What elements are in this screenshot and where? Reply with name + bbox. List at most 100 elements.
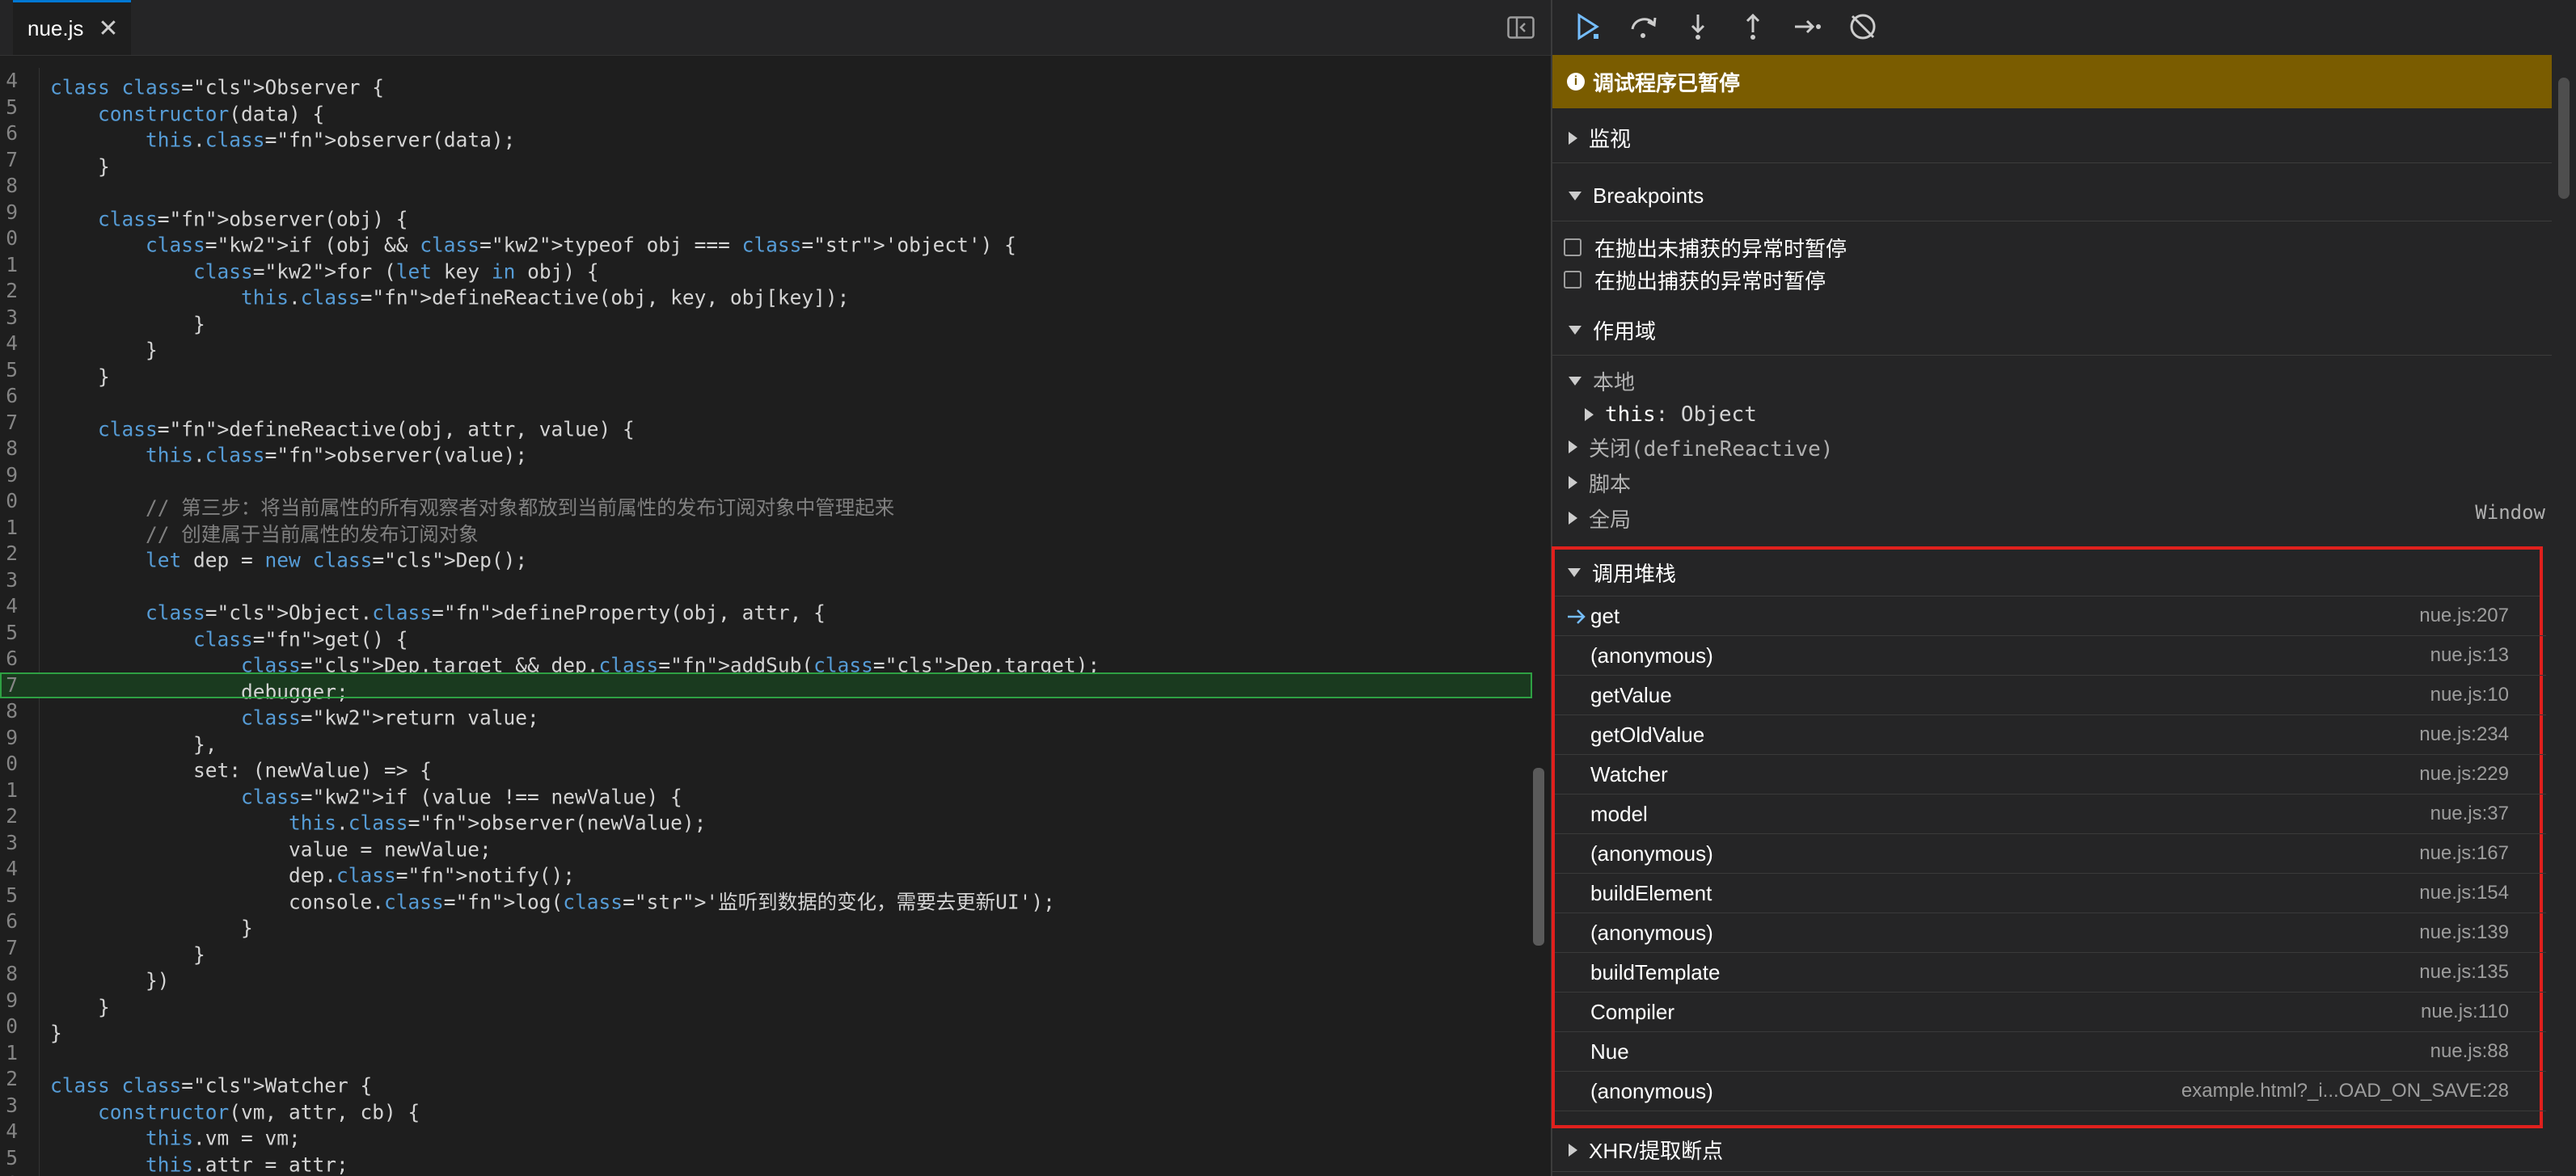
section-xhr[interactable]: XHR/提取断点 [1552, 1128, 2552, 1172]
code-line[interactable]: 9 } [0, 988, 1532, 1019]
close-icon[interactable]: ✕ [98, 16, 118, 41]
code-line[interactable]: 5 console.class="fn">log(class="str">'监听… [0, 883, 1532, 914]
step-out-button[interactable] [1734, 7, 1772, 46]
caret-right-icon [1569, 1143, 1577, 1157]
code-line[interactable]: 4 this.vm = vm; [0, 1119, 1532, 1150]
callstack-frame[interactable]: Compiler nue.js:110 [1555, 993, 2546, 1032]
code-line[interactable]: 0 class="kw2">if (obj && class="kw2">typ… [0, 226, 1532, 257]
bp-uncaught-row[interactable]: 在抛出未捕获的异常时暂停 [1564, 231, 1847, 263]
code-line[interactable]: 7 class="fn">defineReactive(obj, attr, v… [0, 410, 1532, 441]
bp-uncaught-checkbox[interactable] [1564, 238, 1581, 256]
callstack-frame[interactable]: (anonymous) nue.js:139 [1555, 913, 2546, 953]
code-line[interactable]: 4 } [0, 331, 1532, 362]
code-line[interactable]: 0 set: (newValue) => { [0, 751, 1532, 782]
callstack-frame[interactable]: get nue.js:207 [1555, 596, 2546, 636]
scope-local[interactable]: 本地 [1569, 364, 1635, 398]
scope-closure[interactable]: 关闭(defineReactive) [1569, 430, 1833, 464]
callstack-frame[interactable]: (anonymous) nue.js:167 [1555, 834, 2546, 874]
code-line[interactable]: 9 }, [0, 725, 1532, 757]
line-number: 7 [6, 410, 18, 434]
callstack-frame[interactable]: model nue.js:37 [1555, 795, 2546, 834]
section-watch[interactable]: 监视 [1552, 113, 2552, 163]
current-line[interactable]: 7 debugger; [0, 672, 1532, 703]
code-line[interactable]: 5 constructor(data) { [0, 95, 1532, 126]
code-line[interactable]: 9 [0, 462, 1532, 489]
toggle-panel-icon[interactable] [1507, 16, 1535, 39]
code-line[interactable]: 3 } [0, 305, 1532, 336]
callstack-frame[interactable]: buildElement nue.js:154 [1555, 874, 2546, 913]
code-line[interactable]: 2 this.class="fn">defineReactive(obj, ke… [0, 278, 1532, 310]
code-line[interactable]: 8 [0, 173, 1532, 200]
step-into-icon [1691, 15, 1705, 40]
code-line[interactable]: 5 this.attr = attr; [0, 1145, 1532, 1176]
code-line[interactable]: 1 class="kw2">if (value !== newValue) { [0, 778, 1532, 809]
code-line[interactable]: 4 dep.class="fn">notify(); [0, 856, 1532, 887]
code-line[interactable]: 6 class="cls">Dep.target && dep.class="f… [0, 646, 1532, 677]
section-breakpoints[interactable]: Breakpoints [1552, 171, 2552, 221]
deactivate-breakpoints-button[interactable] [1843, 7, 1882, 46]
step-out-icon [1746, 13, 1760, 40]
code-line[interactable]: 3 value = newValue; [0, 830, 1532, 862]
step-over-button[interactable] [1624, 7, 1662, 46]
code-line[interactable]: 1 // 创建属于当前属性的发布订阅对象 [0, 515, 1532, 546]
callstack-frame[interactable]: buildTemplate nue.js:135 [1555, 953, 2546, 993]
frame-name: (anonymous) [1590, 1078, 1713, 1103]
code-line[interactable]: 6 } [0, 908, 1532, 940]
debug-scrollbar[interactable] [2552, 53, 2576, 1176]
caret-right-icon [1569, 512, 1577, 525]
callstack-frame[interactable]: (anonymous) example.html?_i...OAD_ON_SAVE… [1555, 1072, 2546, 1111]
scope-label: 作用域 [1593, 319, 1657, 344]
code-line[interactable]: 6 this.class="fn">observer(data); [0, 120, 1532, 152]
code-line[interactable]: 7 } [0, 935, 1532, 967]
callstack-frame[interactable]: getOldValue nue.js:234 [1555, 715, 2546, 755]
section-callstack[interactable]: 调用堆栈 [1555, 550, 2540, 596]
code-line[interactable]: 0 // 第三步：将当前属性的所有观察者对象都放到当前属性的发布订阅对象中管理起… [0, 488, 1532, 520]
code-line[interactable]: 9 class="fn">observer(obj) { [0, 200, 1532, 231]
caret-right-icon [1585, 408, 1594, 421]
code-line[interactable]: 4 class class="cls">Observer { [0, 68, 1532, 99]
code-area[interactable]: 4 class class="cls">Observer {5 construct… [0, 68, 1532, 1176]
callstack-frame[interactable]: Watcher nue.js:229 [1555, 755, 2546, 795]
code-line[interactable]: 7 } [0, 147, 1532, 179]
frame-name: (anonymous) [1590, 841, 1713, 866]
code-line[interactable]: 6 this.cb = cb; [0, 1171, 1532, 1176]
code-line[interactable]: 5 class="fn">get() { [0, 620, 1532, 651]
frame-location: nue.js:154 [2419, 882, 2509, 904]
scope-global[interactable]: 全局 [1569, 501, 1631, 535]
code-line[interactable]: 1 class="kw2">for (let key in obj) { [0, 252, 1532, 284]
tab-nue-js[interactable]: nue.js ✕ [13, 0, 131, 55]
code-line[interactable]: 2 this.class="fn">observer(newValue); [0, 803, 1532, 835]
code-line[interactable]: 2 let dep = new class="cls">Dep(); [0, 541, 1532, 572]
code-line[interactable]: 2 class class="cls">Watcher { [0, 1066, 1532, 1098]
current-frame-arrow-icon [1568, 609, 1586, 624]
code-line[interactable]: 0} [0, 1014, 1532, 1045]
editor-scrollbar[interactable] [1533, 768, 1544, 946]
line-number: 6 [6, 647, 18, 670]
code-line[interactable]: 3 constructor(vm, attr, cb) { [0, 1093, 1532, 1124]
code-line[interactable]: 8 class="kw2">return value; [0, 698, 1532, 730]
code-line[interactable]: 6 [0, 383, 1532, 410]
code-line[interactable]: 3 [0, 567, 1532, 594]
code-line[interactable]: 5 } [0, 357, 1532, 389]
debug-scrollbar-thumb[interactable] [2558, 78, 2570, 199]
bp-caught-checkbox[interactable] [1564, 271, 1581, 289]
section-scope[interactable]: 作用域 [1552, 306, 2552, 356]
code-line[interactable]: 8 this.class="fn">observer(value); [0, 436, 1532, 467]
code-line[interactable]: 4 class="cls">Object.class="fn">definePr… [0, 593, 1532, 625]
resume-button[interactable] [1569, 7, 1607, 46]
scope-this-row[interactable]: this : Object [1585, 398, 1757, 432]
step-button[interactable] [1788, 7, 1827, 46]
scope-script[interactable]: 脚本 [1569, 466, 1631, 499]
callstack-frame[interactable]: (anonymous) nue.js:13 [1555, 636, 2546, 676]
code-line[interactable]: 8 }) [0, 961, 1532, 993]
code-line[interactable]: 1 [0, 1040, 1532, 1067]
callstack-frame[interactable]: getValue nue.js:10 [1555, 676, 2546, 715]
bp-caught-row[interactable]: 在抛出捕获的异常时暂停 [1564, 263, 1826, 296]
code-editor[interactable]: nue.js ✕ 4 class class="cls">Observer {5 … [0, 0, 1551, 1176]
line-number: 5 [6, 883, 18, 907]
tab-bar: nue.js ✕ [0, 0, 1551, 56]
frame-location: nue.js:234 [2419, 723, 2509, 745]
callstack-frame[interactable]: Nue nue.js:88 [1555, 1032, 2546, 1072]
line-number: 0 [6, 226, 18, 250]
step-into-button[interactable] [1679, 7, 1717, 46]
